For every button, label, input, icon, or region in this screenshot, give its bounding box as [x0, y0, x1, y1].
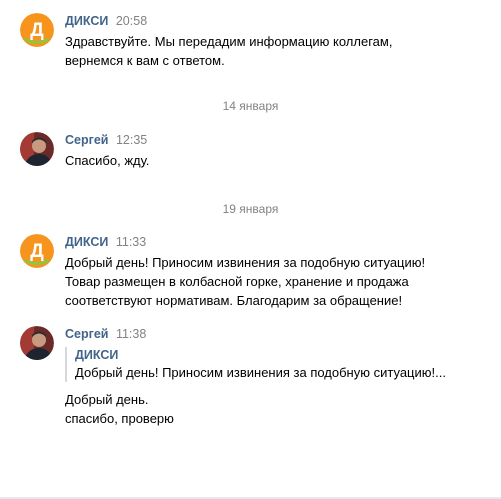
- message-time[interactable]: 11:33: [116, 235, 146, 249]
- dixy-logo-icon[interactable]: Д: [20, 234, 54, 268]
- message-author[interactable]: ДИКСИ: [65, 235, 108, 249]
- message-text: Добрый день! Приносим извинения за подоб…: [65, 255, 426, 308]
- date-separator: 14 января: [222, 99, 279, 113]
- quote-text: Добрый день! Приносим извинения за подоб…: [75, 365, 446, 380]
- quote-author[interactable]: ДИКСИ: [75, 347, 490, 363]
- user-avatar-icon[interactable]: [20, 132, 54, 166]
- message-time[interactable]: 12:35: [116, 133, 147, 147]
- message-author[interactable]: ДИКСИ: [65, 14, 108, 28]
- message-text: Добрый день. спасибо, проверю: [65, 392, 174, 426]
- message-text: Спасибо, жду.: [65, 153, 150, 168]
- forwarded-quote[interactable]: ДИКСИ Добрый день! Приносим извинения за…: [65, 347, 490, 382]
- message-author[interactable]: Сергей: [65, 327, 108, 341]
- message-author[interactable]: Сергей: [65, 133, 108, 147]
- message-time[interactable]: 11:38: [116, 327, 146, 341]
- dixy-logo-letter: Д: [30, 20, 44, 41]
- user-avatar-icon[interactable]: [20, 326, 54, 360]
- message-time[interactable]: 20:58: [116, 14, 147, 28]
- dixy-logo-letter: Д: [30, 241, 44, 262]
- message-text: Здравствуйте. Мы передадим информацию ко…: [65, 34, 393, 68]
- date-separator: 19 января: [222, 202, 279, 216]
- dixy-logo-icon[interactable]: Д: [20, 13, 54, 47]
